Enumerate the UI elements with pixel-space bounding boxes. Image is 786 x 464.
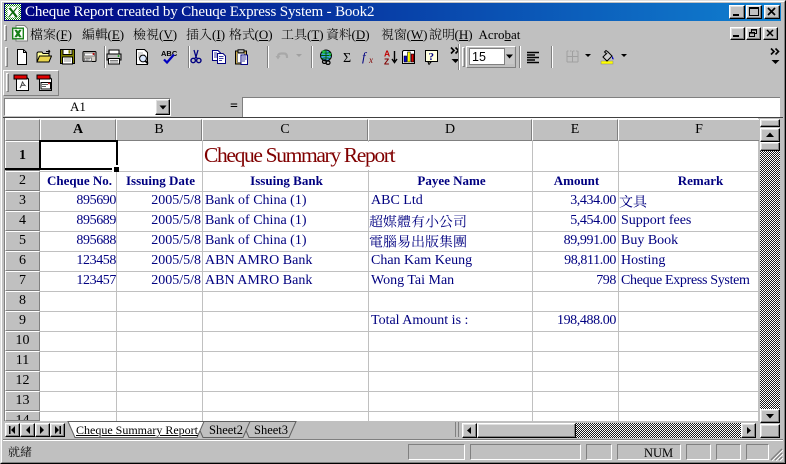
svg-text:?: ? <box>429 51 435 63</box>
svg-text:ABC: ABC <box>161 49 177 58</box>
svg-text:x: x <box>368 55 373 65</box>
svg-text:Z: Z <box>384 57 389 66</box>
svg-text:f: f <box>362 49 368 64</box>
svg-text:Σ: Σ <box>343 51 351 65</box>
